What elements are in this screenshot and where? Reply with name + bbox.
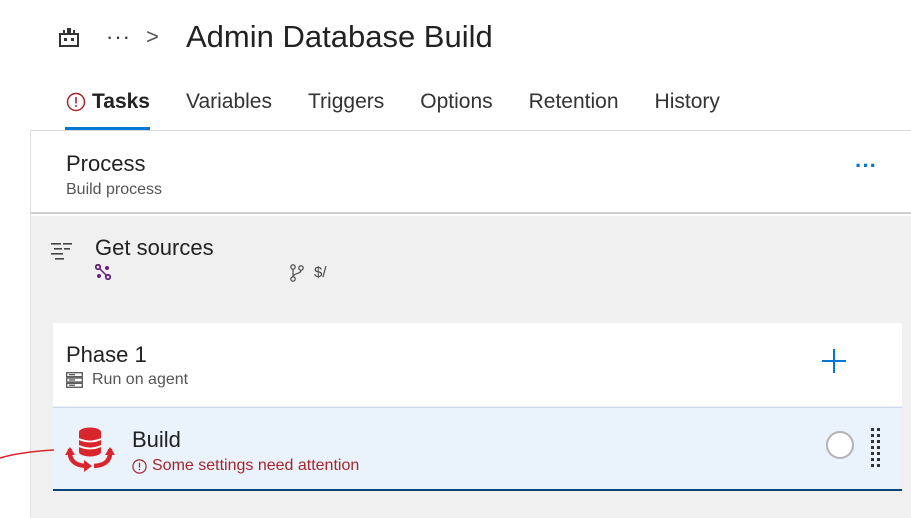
breadcrumb-chevron-icon: > — [146, 24, 159, 49]
plus-icon[interactable] — [820, 347, 848, 375]
phase-card[interactable]: Phase 1 Run on agent — [53, 323, 902, 406]
breadcrumb-more-button[interactable]: ··· — [106, 24, 131, 50]
tab-retention[interactable]: Retention — [529, 88, 619, 130]
tab-label: Options — [420, 90, 493, 113]
process-subtitle: Build process — [66, 181, 163, 198]
tab-triggers[interactable]: Triggers — [308, 88, 384, 130]
repository-icon — [95, 264, 111, 280]
process-title: Process — [66, 151, 146, 176]
error-icon — [132, 459, 147, 474]
task-enable-checkbox[interactable] — [826, 431, 854, 459]
process-header[interactable]: Process Build process ··· — [31, 131, 911, 214]
tab-label: Tasks — [92, 90, 150, 113]
tab-label: Variables — [186, 90, 272, 113]
page-title: Admin Database Build — [186, 19, 493, 54]
tab-history[interactable]: History — [655, 88, 720, 130]
get-sources-icon — [51, 243, 72, 260]
build-pipeline-icon[interactable] — [58, 26, 80, 48]
process-more-button[interactable]: ··· — [855, 155, 877, 177]
tab-label: History — [654, 90, 720, 113]
task-title: Build — [132, 427, 181, 452]
tab-label: Triggers — [308, 90, 385, 113]
phase-subtitle: Run on agent — [92, 371, 189, 388]
branch-icon — [290, 264, 304, 282]
agent-server-icon — [66, 372, 83, 388]
database-build-icon — [65, 427, 115, 472]
tab-options[interactable]: Options — [420, 88, 492, 130]
tab-bar: Tasks Variables Triggers Options Retenti… — [65, 88, 756, 132]
task-warning-text: Some settings need attention — [152, 457, 360, 474]
annotation-arrow-mark — [0, 449, 55, 459]
tab-tasks[interactable]: Tasks — [65, 88, 150, 130]
tab-variables[interactable]: Variables — [186, 88, 272, 130]
phase-title: Phase 1 — [66, 342, 147, 367]
repository-name — [117, 264, 277, 282]
branch-path: $/ — [314, 264, 327, 281]
error-icon — [66, 92, 86, 112]
get-sources-title[interactable]: Get sources — [95, 235, 214, 261]
drag-handle-icon[interactable] — [870, 427, 882, 471]
page-header: ··· > Admin Database Build — [0, 0, 911, 76]
tab-label: Retention — [528, 90, 619, 113]
task-row-build[interactable]: Build Some settings need attention — [53, 407, 902, 491]
